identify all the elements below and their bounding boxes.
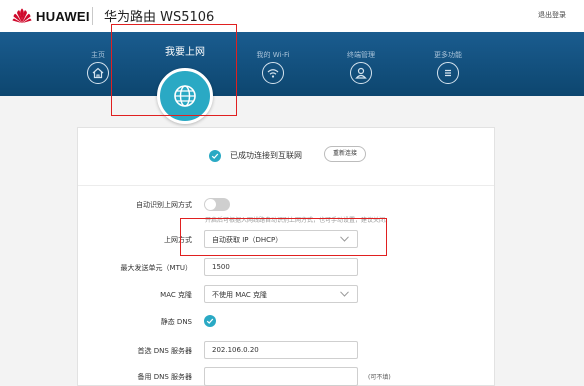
header-divider — [92, 7, 93, 25]
dns2-label: 备用 DNS 服务器 — [137, 373, 192, 381]
chevron-down-icon — [340, 291, 349, 297]
dns1-value: 202.106.0.20 — [212, 346, 259, 354]
nav-devices-label: 终端管理 — [347, 51, 375, 59]
router-title: 华为路由 WS5106 — [104, 10, 215, 25]
dns2-field[interactable] — [204, 367, 358, 386]
user-icon — [350, 62, 372, 84]
mac-clone-value: 不使用 MAC 克隆 — [212, 291, 268, 299]
wifi-icon — [262, 62, 284, 84]
auto-detect-label: 自动识别上网方式 — [136, 201, 192, 209]
brand-name: HUAWEI — [36, 8, 90, 24]
nav-devices[interactable]: 终端管理 — [331, 32, 391, 84]
toggle-knob — [205, 199, 216, 210]
logout-link[interactable]: 退出登录 — [538, 10, 566, 20]
mtu-value: 1500 — [212, 263, 230, 271]
home-icon — [87, 62, 109, 84]
auto-detect-toggle[interactable] — [204, 198, 230, 211]
mtu-field[interactable]: 1500 — [204, 258, 358, 276]
dns2-optional-note: (可不填) — [368, 374, 391, 381]
mtu-label: 最大发送单元（MTU） — [120, 264, 192, 272]
dns1-label: 首选 DNS 服务器 — [137, 347, 192, 355]
huawei-flower-icon — [12, 8, 32, 23]
main-nav: 主页 我要上网 我的 Wi-Fi 终端管理 更多功能 — [0, 32, 584, 96]
nav-wifi[interactable]: 我的 Wi-Fi — [243, 32, 303, 84]
mac-clone-select[interactable]: 不使用 MAC 克隆 — [204, 285, 358, 303]
huawei-logo: HUAWEI — [12, 7, 90, 25]
nav-wifi-label: 我的 Wi-Fi — [256, 51, 290, 59]
highlight-box-mode — [180, 218, 387, 256]
static-dns-label: 静态 DNS — [160, 318, 192, 326]
nav-more-label: 更多功能 — [434, 51, 462, 59]
static-dns-checkbox[interactable] — [204, 315, 216, 327]
top-bar: HUAWEI 华为路由 WS5106 退出登录 — [0, 0, 584, 32]
nav-more[interactable]: 更多功能 — [418, 32, 478, 84]
reconnect-button[interactable]: 重新连接 — [324, 146, 366, 162]
highlight-box-nav — [111, 24, 237, 116]
check-circle-icon — [209, 150, 221, 162]
connection-status-text: 已成功连接到互联网 — [230, 151, 302, 160]
mac-clone-label: MAC 克隆 — [160, 291, 192, 299]
connection-status-row: 已成功连接到互联网 重新连接 — [78, 128, 494, 186]
menu-icon — [437, 62, 459, 84]
dns1-field[interactable]: 202.106.0.20 — [204, 341, 358, 359]
